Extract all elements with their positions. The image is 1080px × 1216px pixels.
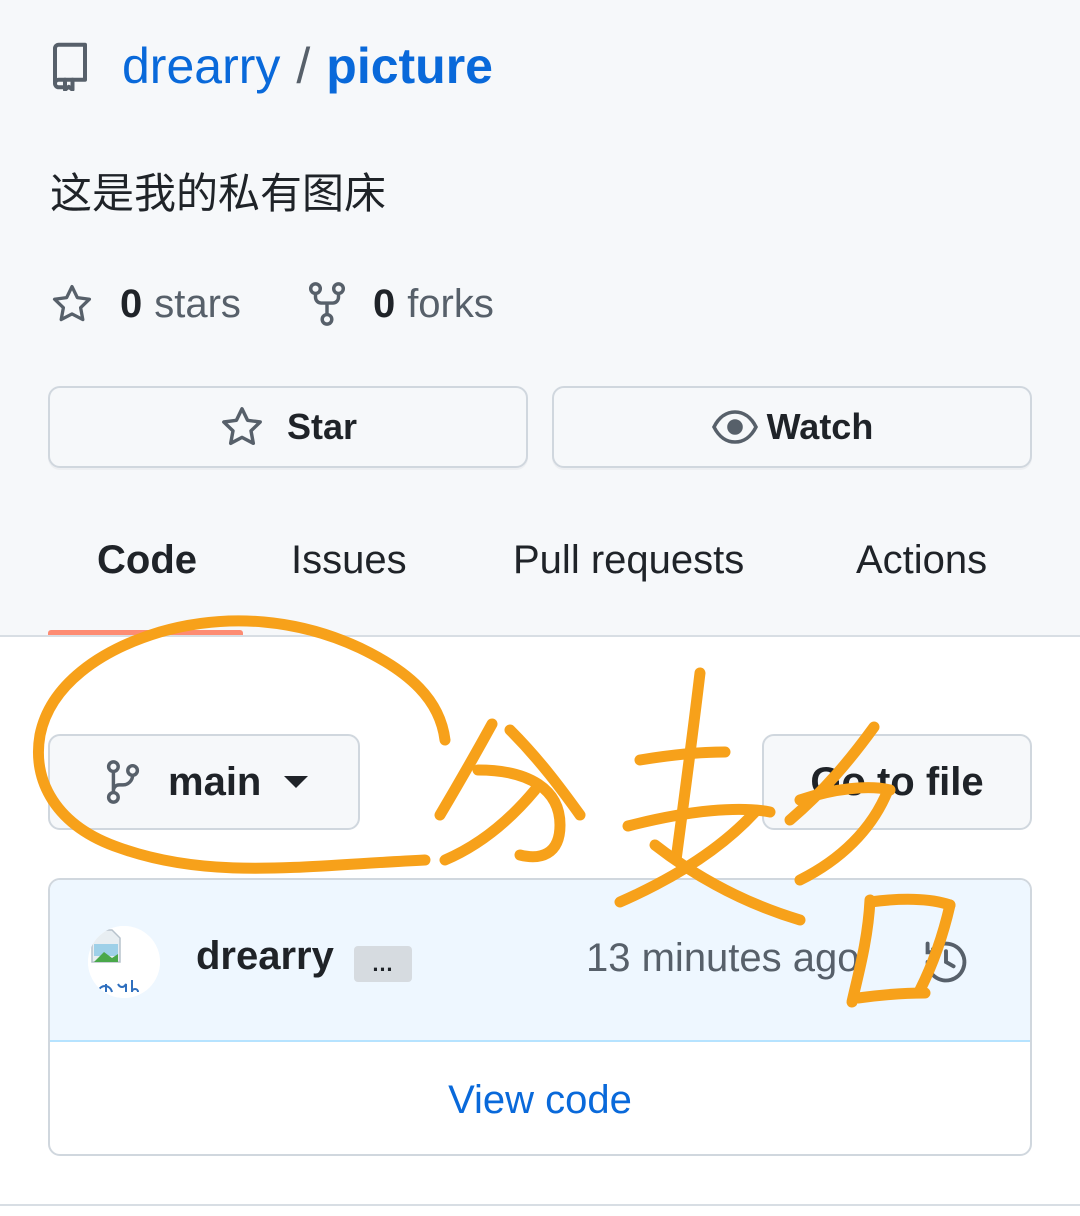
forks-number: 0 xyxy=(372,281,396,326)
git-branch-icon xyxy=(106,760,140,804)
repo-description: 这是我的私有图床 xyxy=(50,169,387,218)
stars-number: 0 xyxy=(120,281,143,326)
tabs-divider xyxy=(0,635,1080,637)
repo-owner-link[interactable]: drearry xyxy=(122,37,280,95)
repo-name-link[interactable]: picture xyxy=(326,37,493,95)
latest-commit-box: drearry … 13 minutes ago View code xyxy=(48,878,1032,1156)
commit-time: 13 minutes ago xyxy=(586,936,860,980)
repo-title: drearry / picture xyxy=(50,34,493,98)
eye-icon xyxy=(711,410,758,444)
repo-tabs: Code Issues Pull requests Actions xyxy=(0,530,1080,636)
repo-counts: 0 stars 0 forks xyxy=(50,276,494,332)
view-code-link[interactable]: View code xyxy=(50,1044,1030,1154)
history-icon[interactable] xyxy=(920,936,972,988)
star-icon xyxy=(222,407,262,446)
tab-actions[interactable]: Actions xyxy=(856,538,987,583)
expand-commit-message-button[interactable]: … xyxy=(354,946,412,982)
repo-icon xyxy=(50,40,94,92)
fork-icon xyxy=(308,282,345,326)
latest-commit-row: drearry … 13 minutes ago xyxy=(50,880,1030,1042)
star-button-label: Star xyxy=(286,406,358,447)
star-button[interactable]: Star xyxy=(48,386,528,468)
commit-author[interactable]: drearry xyxy=(196,934,334,979)
stars-count-link[interactable]: 0 stars xyxy=(50,282,241,327)
avatar[interactable] xyxy=(88,926,160,998)
stars-label: stars xyxy=(154,281,241,326)
tab-code[interactable]: Code xyxy=(97,538,197,583)
forks-label: forks xyxy=(407,281,494,326)
watch-button[interactable]: Watch xyxy=(552,386,1032,468)
tab-issues[interactable]: Issues xyxy=(291,538,407,583)
bottom-divider xyxy=(0,1204,1080,1206)
go-to-file-button[interactable]: Go to file xyxy=(762,734,1032,830)
branch-select-button[interactable]: main xyxy=(48,734,360,830)
repo-separator: / xyxy=(296,38,311,94)
chevron-down-icon xyxy=(284,776,309,788)
star-icon xyxy=(52,284,92,322)
tab-pull-requests[interactable]: Pull requests xyxy=(513,538,744,583)
branch-name: main xyxy=(168,759,262,804)
forks-count-link[interactable]: 0 forks xyxy=(307,281,494,327)
watch-button-label: Watch xyxy=(766,406,874,447)
